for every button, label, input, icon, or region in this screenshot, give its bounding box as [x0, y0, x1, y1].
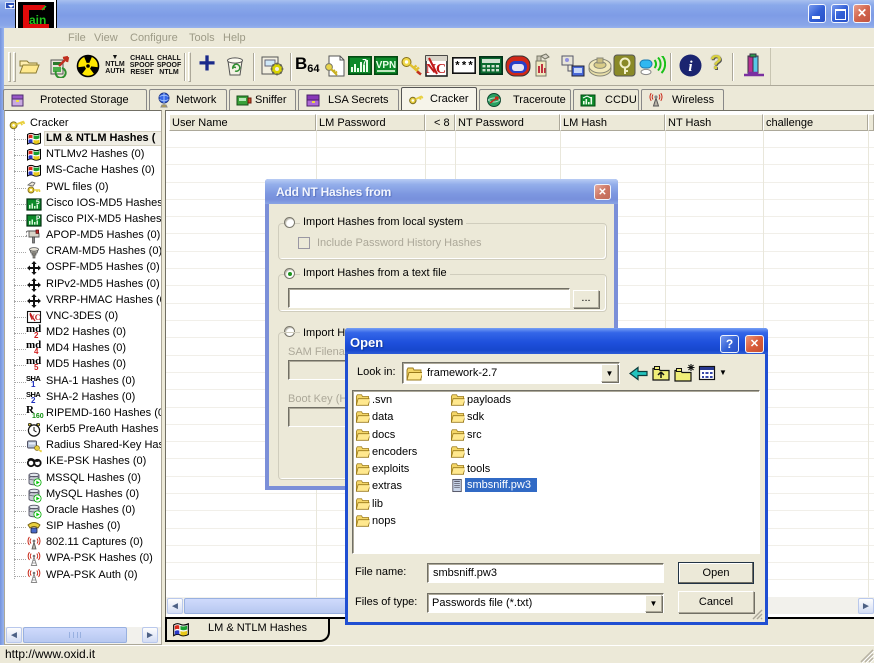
svg-text:VPN: VPN	[376, 60, 397, 71]
svg-text:.7: .7	[360, 58, 367, 67]
svg-text:ain: ain	[29, 13, 46, 27]
svg-text:NC: NC	[426, 62, 446, 77]
svg-text:***: ***	[454, 61, 474, 73]
